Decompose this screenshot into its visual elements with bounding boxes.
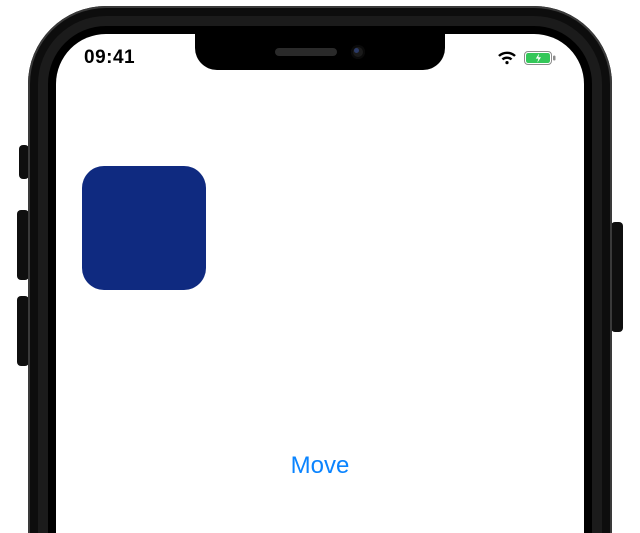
front-camera — [351, 45, 365, 59]
power-button[interactable] — [611, 222, 623, 332]
move-button[interactable]: Move — [56, 452, 584, 480]
status-time: 09:41 — [84, 47, 135, 69]
status-icons — [497, 51, 556, 65]
wifi-icon — [497, 51, 517, 65]
battery-charging-icon — [524, 51, 556, 65]
notch — [195, 34, 445, 70]
speaker-grille — [275, 48, 337, 56]
canvas: 09:41 — [0, 0, 640, 533]
screen: 09:41 — [56, 34, 584, 533]
animated-square — [82, 166, 206, 290]
